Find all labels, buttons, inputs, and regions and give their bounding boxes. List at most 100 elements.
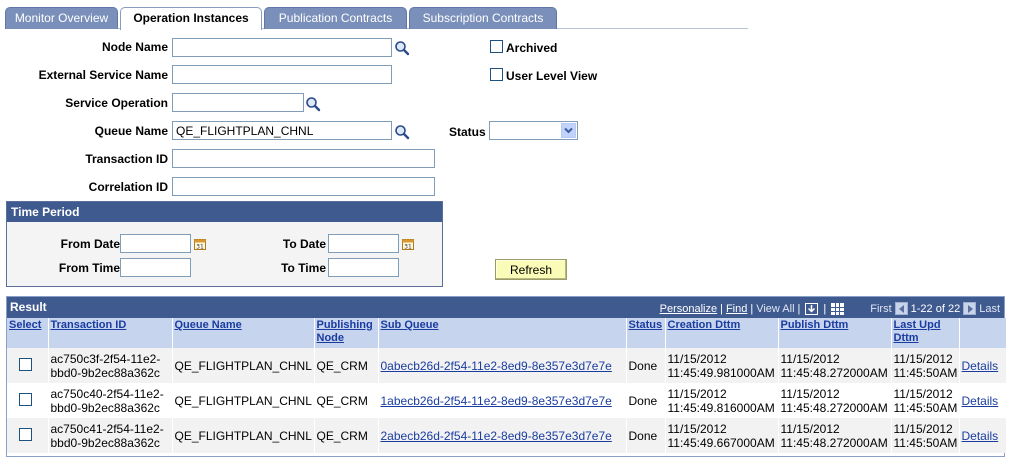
publishing-node-cell: QE_CRM [314, 418, 379, 453]
column-header-status[interactable]: Status [626, 318, 666, 348]
service-operation-label: Service Operation [65, 96, 168, 110]
queue-name-input[interactable] [172, 121, 392, 140]
transaction-id-label: Transaction ID [85, 152, 168, 166]
correlation-id-label: Correlation ID [88, 180, 168, 194]
table-row: ac750c3f-2f54-11e2- bbd0-9b2ec88a362c QE_… [7, 348, 1007, 383]
column-header-publishing-node[interactable]: Publishing Node [314, 318, 379, 348]
details-link[interactable]: Details [962, 429, 999, 443]
nav-separator: | [720, 302, 723, 315]
result-grid-header: Result Personalize | Find | View All | |… [7, 297, 1004, 318]
time-period-title: Time Period [7, 202, 442, 222]
queue-name-lookup-icon[interactable] [394, 124, 410, 140]
publish-dttm-cell: 11/15/2012 11:45:48.272000AM [778, 383, 892, 418]
column-header-select[interactable]: Select [7, 318, 49, 348]
sub-queue-link[interactable]: 1abecb26d-2f54-11e2-8ed9-8e357e3d7e7e [381, 394, 612, 408]
last-link[interactable]: Last [979, 303, 1000, 315]
previous-arrow-icon[interactable] [894, 302, 908, 315]
queue-name-cell: QE_FLIGHTPLAN_CHNL [172, 418, 315, 453]
last-upd-dttm-cell: 11/15/2012 11:45:50AM [891, 348, 960, 383]
column-header-publish-dttm[interactable]: Publish Dttm [778, 318, 892, 348]
result-grid-title: Result [10, 300, 47, 314]
transaction-id-cell: ac750c3f-2f54-11e2- bbd0-9b2ec88a362c [48, 348, 173, 383]
transaction-id-cell: ac750c41-2f54-11e2- bbd0-9b2ec88a362c [48, 418, 173, 453]
svg-text:31: 31 [196, 244, 204, 251]
status-cell: Done [626, 383, 666, 418]
select-cell [7, 348, 49, 383]
from-date-calendar-icon[interactable]: 31 [194, 238, 206, 250]
download-icon[interactable] [805, 302, 819, 315]
to-date-calendar-icon[interactable]: 31 [402, 238, 414, 250]
table-header-row: Select Transaction ID Queue Name Publish… [7, 318, 1007, 348]
first-link[interactable]: First [870, 303, 891, 315]
sub-queue-cell: 0abecb26d-2f54-11e2-8ed9-8e357e3d7e7e [378, 348, 627, 383]
row-select-checkbox[interactable] [19, 392, 32, 406]
column-header-sub-queue[interactable]: Sub Queue [378, 318, 627, 348]
last-upd-dttm-cell: 11/15/2012 11:45:50AM [891, 418, 960, 453]
row-range: 1-22 of 22 [910, 302, 961, 315]
table-row: ac750c40-2f54-11e2- bbd0-9b2ec88a362c QE_… [7, 383, 1007, 418]
sub-queue-link[interactable]: 0abecb26d-2f54-11e2-8ed9-8e357e3d7e7e [381, 359, 612, 373]
sub-queue-cell: 1abecb26d-2f54-11e2-8ed9-8e357e3d7e7e [378, 383, 627, 418]
publish-dttm-cell: 11/15/2012 11:45:48.272000AM [778, 348, 892, 383]
column-header-details [959, 318, 1007, 348]
personalize-link[interactable]: Personalize [660, 303, 717, 315]
table-row: ac750c41-2f54-11e2- bbd0-9b2ec88a362c QE_… [7, 418, 1007, 453]
creation-dttm-cell: 11/15/2012 11:45:49.816000AM [665, 383, 779, 418]
select-cell [7, 418, 49, 453]
user-level-view-checkbox[interactable] [490, 68, 503, 81]
to-date-label: To Date [282, 237, 326, 251]
status-label: Status [449, 125, 486, 139]
publish-dttm-cell: 11/15/2012 11:45:48.272000AM [778, 418, 892, 453]
from-time-input[interactable] [120, 258, 191, 277]
queue-name-cell: QE_FLIGHTPLAN_CHNL [172, 348, 315, 383]
spreadsheet-icon[interactable] [831, 302, 845, 315]
tab-publication-contracts[interactable]: Publication Contracts [264, 7, 407, 29]
external-service-name-label: External Service Name [38, 68, 168, 82]
to-date-input[interactable] [328, 234, 399, 253]
user-level-view-label: User Level View [506, 69, 598, 83]
details-cell: Details [959, 418, 1007, 453]
nav-separator: | [797, 302, 801, 315]
sub-queue-cell: 2abecb26d-2f54-11e2-8ed9-8e357e3d7e7e [378, 418, 627, 453]
result-table: Select Transaction ID Queue Name Publish… [7, 318, 1007, 453]
column-header-transaction-id[interactable]: Transaction ID [48, 318, 173, 348]
nav-separator: | [750, 302, 754, 315]
row-select-checkbox[interactable] [19, 427, 32, 441]
result-grid: Result Personalize | Find | View All | |… [6, 296, 1007, 457]
service-operation-input[interactable] [172, 93, 304, 112]
column-header-queue-name[interactable]: Queue Name [172, 318, 315, 348]
column-header-creation-dttm[interactable]: Creation Dttm [665, 318, 779, 348]
refresh-button[interactable]: Refresh [495, 259, 567, 280]
dropdown-arrow-icon[interactable] [561, 123, 576, 138]
find-link[interactable]: Find [726, 303, 747, 315]
details-cell: Details [959, 348, 1007, 383]
from-date-input[interactable] [120, 234, 191, 253]
tab-operation-instances[interactable]: Operation Instances [120, 7, 262, 30]
to-time-label: To Time [281, 261, 326, 275]
node-name-input[interactable] [172, 38, 392, 57]
transaction-id-input[interactable] [172, 149, 435, 168]
column-header-last-upd-dttm[interactable]: Last Upd Dttm [891, 318, 960, 348]
correlation-id-input[interactable] [172, 177, 435, 196]
tab-monitor-overview[interactable]: Monitor Overview [5, 7, 118, 29]
details-link[interactable]: Details [962, 359, 999, 373]
row-select-checkbox[interactable] [19, 357, 32, 371]
queue-name-label: Queue Name [94, 124, 168, 138]
details-link[interactable]: Details [962, 394, 999, 408]
publishing-node-cell: QE_CRM [314, 348, 379, 383]
view-all-link[interactable]: View All [756, 303, 794, 315]
archived-checkbox[interactable] [490, 40, 503, 53]
creation-dttm-cell: 11/15/2012 11:45:49.667000AM [665, 418, 779, 453]
sub-queue-link[interactable]: 2abecb26d-2f54-11e2-8ed9-8e357e3d7e7e [381, 429, 612, 443]
status-select[interactable] [489, 121, 578, 140]
next-arrow-icon[interactable] [963, 302, 977, 315]
external-service-name-input[interactable] [172, 65, 392, 84]
archived-label: Archived [506, 41, 558, 55]
to-time-input[interactable] [328, 258, 399, 277]
service-operation-lookup-icon[interactable] [305, 96, 321, 112]
creation-dttm-cell: 11/15/2012 11:45:49.981000AM [665, 348, 779, 383]
tab-subscription-contracts[interactable]: Subscription Contracts [409, 7, 557, 29]
queue-name-cell: QE_FLIGHTPLAN_CHNL [172, 383, 315, 418]
node-name-lookup-icon[interactable] [394, 40, 410, 56]
node-name-label: Node Name [101, 40, 168, 54]
